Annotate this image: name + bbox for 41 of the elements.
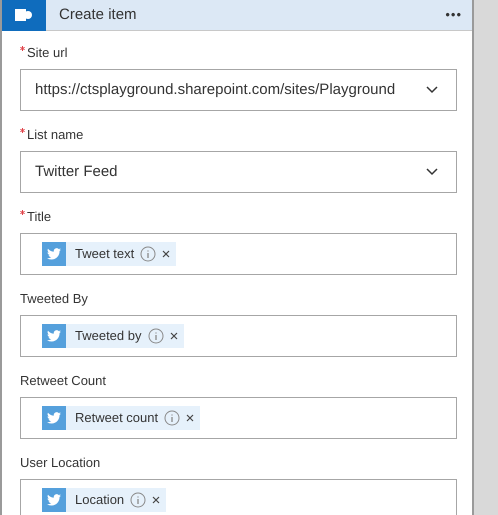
- input-field[interactable]: Tweeted by: [20, 315, 457, 357]
- token-label: Tweeted by: [75, 327, 142, 346]
- dynamic-token[interactable]: Tweeted by: [42, 324, 184, 348]
- chevron-down-icon: [426, 86, 438, 94]
- field-label: Site url: [27, 44, 68, 62]
- input-field[interactable]: Tweet text: [20, 233, 457, 275]
- info-icon[interactable]: [140, 246, 156, 262]
- bird-icon: [47, 248, 61, 260]
- dynamic-token[interactable]: Retweet count: [42, 406, 200, 430]
- close-icon[interactable]: [170, 332, 178, 340]
- dynamic-token[interactable]: Tweet text: [42, 242, 176, 266]
- chevron-down-icon: [426, 168, 438, 176]
- info-icon[interactable]: [130, 492, 146, 508]
- token-label: Tweet text: [75, 245, 134, 264]
- field-label: Title: [27, 208, 52, 226]
- input-field[interactable]: Location: [20, 479, 457, 515]
- close-icon[interactable]: [152, 496, 160, 504]
- more-options-button[interactable]: •••: [445, 5, 462, 25]
- field-label: User Location: [20, 454, 100, 472]
- field-label: Tweeted By: [20, 290, 88, 308]
- token-label: Retweet count: [75, 409, 158, 428]
- input-field[interactable]: Retweet count: [20, 397, 457, 439]
- field-label: Retweet Count: [20, 372, 106, 390]
- dynamic-token[interactable]: Location: [42, 488, 166, 512]
- bird-icon: [47, 330, 61, 342]
- bird-icon: [47, 494, 61, 506]
- bird-icon: [47, 412, 61, 424]
- info-icon[interactable]: [148, 328, 164, 344]
- dropdown-value: https://ctsplayground.sharepoint.com/sites/Playground: [35, 80, 396, 100]
- required-icon: [20, 210, 25, 215]
- field-label: List name: [27, 126, 84, 144]
- token-label: Location: [75, 491, 124, 510]
- card-title: Create item: [59, 4, 137, 25]
- dropdown-field[interactable]: Twitter Feed: [20, 151, 457, 193]
- required-icon: [20, 128, 25, 133]
- required-icon: [20, 46, 25, 51]
- dropdown-field[interactable]: https://ctsplayground.sharepoint.com/sites/Playground: [20, 69, 457, 111]
- close-icon[interactable]: [186, 414, 194, 422]
- close-icon[interactable]: [162, 250, 170, 258]
- dropdown-value: Twitter Feed: [35, 162, 118, 182]
- info-icon[interactable]: [164, 410, 180, 426]
